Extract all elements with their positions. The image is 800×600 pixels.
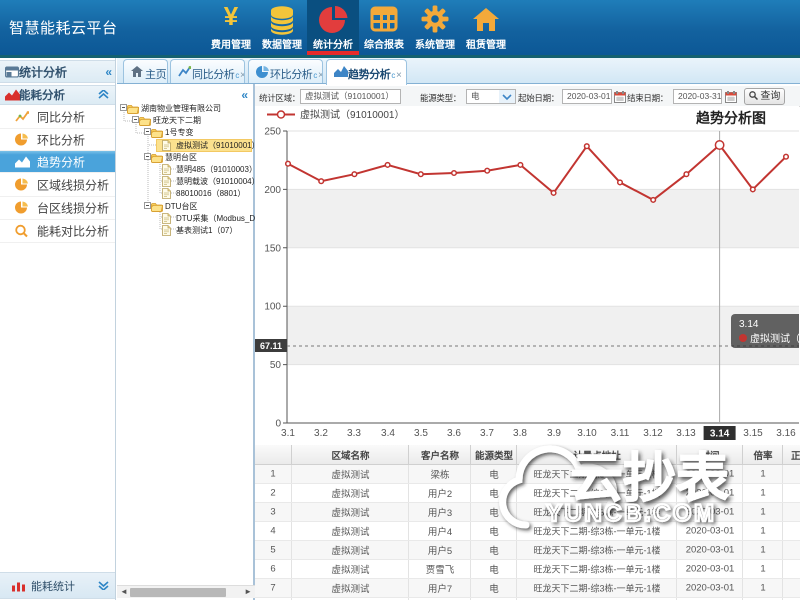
svg-text:3.4: 3.4 bbox=[381, 428, 395, 439]
svg-text:虚拟测试（9: 虚拟测试（9 bbox=[750, 332, 799, 345]
svg-text:250: 250 bbox=[264, 127, 281, 138]
svg-text:50: 50 bbox=[270, 360, 282, 371]
svg-text:3.14: 3.14 bbox=[710, 429, 730, 440]
svg-text:3.8: 3.8 bbox=[513, 428, 527, 439]
svg-text:3.12: 3.12 bbox=[643, 428, 663, 439]
svg-text:3.5: 3.5 bbox=[414, 428, 428, 439]
svg-text:100: 100 bbox=[264, 302, 281, 313]
svg-text:3.3: 3.3 bbox=[347, 428, 361, 439]
svg-text:3.1: 3.1 bbox=[281, 428, 295, 439]
svg-text:3.13: 3.13 bbox=[676, 428, 696, 439]
svg-text:3.10: 3.10 bbox=[577, 428, 597, 439]
svg-text:3.15: 3.15 bbox=[743, 428, 763, 439]
svg-text:3.6: 3.6 bbox=[447, 428, 461, 439]
svg-text:3.2: 3.2 bbox=[314, 428, 328, 439]
svg-text:200: 200 bbox=[264, 185, 281, 196]
svg-text:3.16: 3.16 bbox=[776, 428, 796, 439]
svg-text:67.11: 67.11 bbox=[260, 341, 282, 351]
svg-text:3.7: 3.7 bbox=[480, 428, 494, 439]
svg-text:3.11: 3.11 bbox=[611, 428, 630, 439]
svg-text:虚拟测试（91010001）: 虚拟测试（91010001） bbox=[300, 108, 405, 121]
svg-text:3.9: 3.9 bbox=[547, 428, 561, 439]
svg-text:3.14: 3.14 bbox=[739, 319, 759, 330]
svg-text:趋势分析图: 趋势分析图 bbox=[696, 110, 766, 126]
svg-text:150: 150 bbox=[264, 243, 281, 254]
